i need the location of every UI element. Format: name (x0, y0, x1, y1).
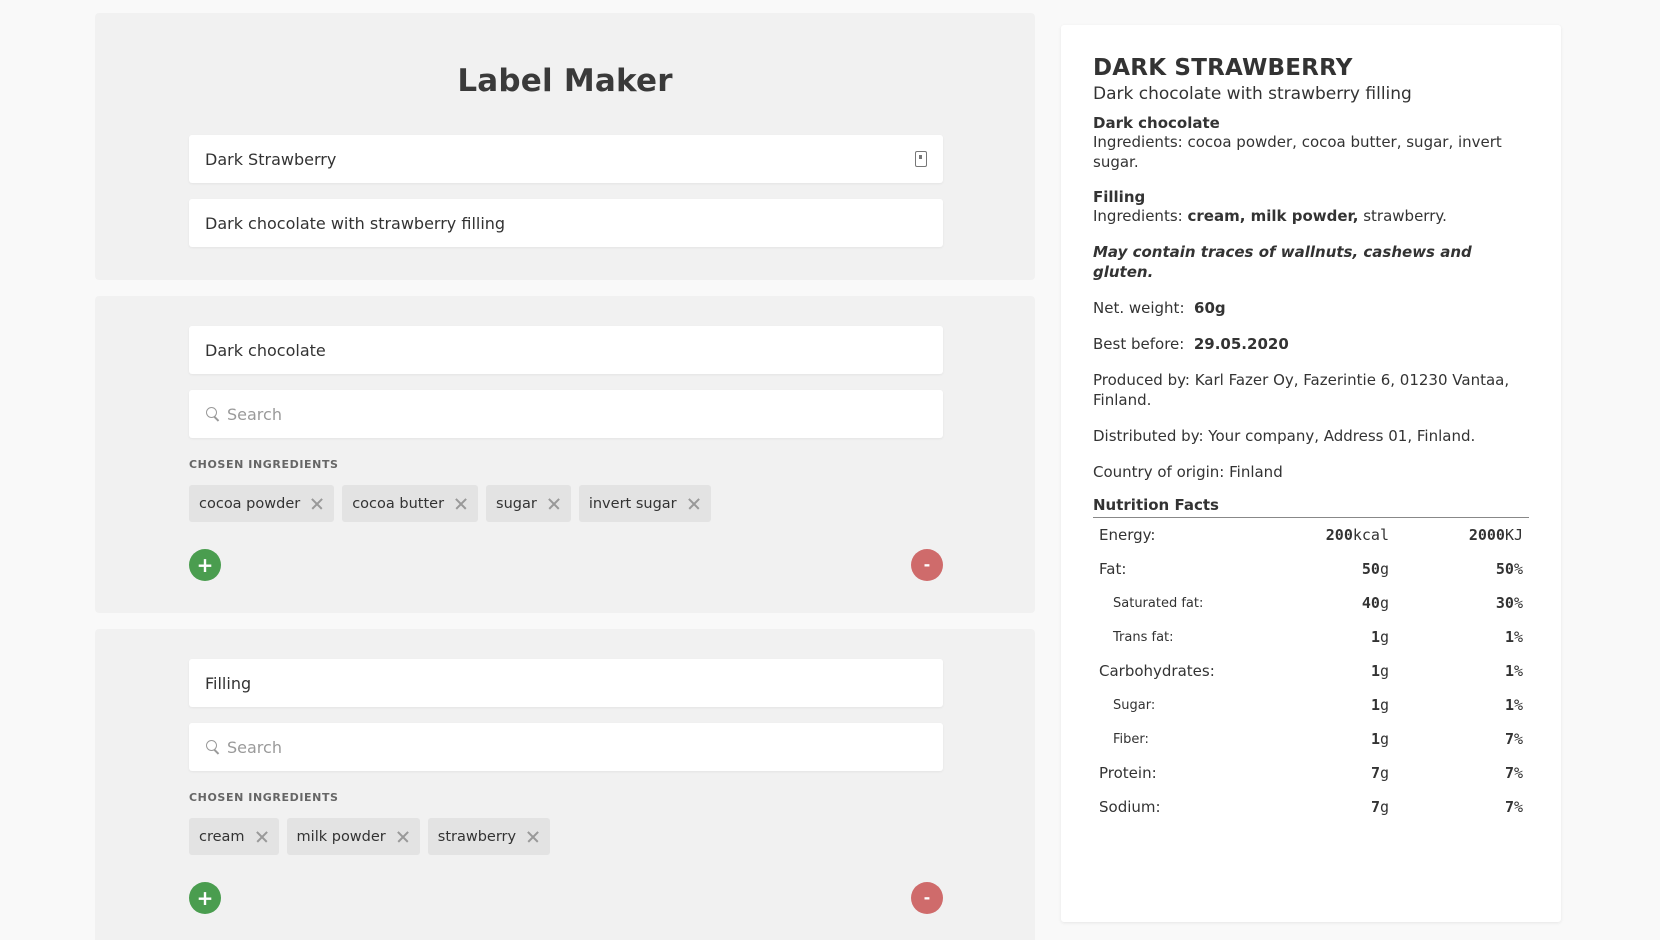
product-name-field[interactable]: Dark Strawberry (189, 135, 943, 183)
nutrition-table: Energy: 200kcal 2000KJ Fat: 50g 50% Saturate… (1093, 518, 1529, 824)
nutrition-row: Sodium: 7g 7% (1099, 798, 1523, 816)
label-section-name: Dark chocolate (1093, 114, 1220, 132)
nutrition-row: Fat: 50g 50% (1099, 560, 1523, 578)
label-produced-by: Produced by: Karl Fazer Oy, Fazerintie 6… (1093, 371, 1510, 409)
remove-chip-icon[interactable] (310, 497, 324, 511)
ingredient-section-1: Dark chocolate Search CHOSEN INGREDIENTS… (95, 296, 1035, 613)
search-placeholder: Search (227, 737, 282, 757)
chosen-ingredients-label: CHOSEN INGREDIENTS (189, 791, 339, 804)
add-section-button[interactable]: + (189, 549, 221, 581)
label-section-name: Filling (1093, 188, 1146, 206)
nutrition-row: Energy: 200kcal 2000KJ (1099, 526, 1523, 544)
product-name-value: Dark Strawberry (205, 149, 337, 169)
label-allergens: May contain traces of wallnuts, cashews … (1093, 243, 1472, 281)
ingredient-chip: strawberry (427, 818, 551, 855)
label-distributed-by: Distributed by: Your company, Address 01… (1093, 427, 1476, 445)
chosen-ingredients-list: cocoa powder cocoa butter sugar invert s… (189, 485, 943, 522)
editor-column: Label Maker Dark Strawberry Dark chocola… (95, 13, 1035, 940)
label-subtitle: Dark chocolate with strawberry filling (1093, 84, 1412, 104)
add-section-button[interactable]: + (189, 882, 221, 914)
search-input[interactable]: Search (189, 723, 943, 771)
ingredient-chip: cocoa powder (189, 485, 335, 522)
ingredient-chip: invert sugar (578, 485, 711, 522)
remove-chip-icon[interactable] (687, 497, 701, 511)
product-description-field[interactable]: Dark chocolate with strawberry filling (189, 199, 943, 247)
label-ingredients: Ingredients: cream, milk powder, strawbe… (1093, 207, 1447, 225)
header-panel: Label Maker Dark Strawberry Dark chocola… (95, 13, 1035, 280)
ingredient-section-2: Filling Search CHOSEN INGREDIENTS cream … (95, 629, 1035, 940)
product-description-value: Dark chocolate with strawberry filling (205, 213, 506, 233)
remove-chip-icon[interactable] (255, 830, 269, 844)
nutrition-row: Protein: 7g 7% (1099, 764, 1523, 782)
remove-chip-icon[interactable] (547, 497, 561, 511)
search-placeholder: Search (227, 404, 282, 424)
label-country-of-origin: Country of origin: Finland (1093, 463, 1283, 481)
label-title: DARK STRAWBERRY (1093, 55, 1353, 81)
nutrition-row: Fiber: 1g 7% (1113, 730, 1523, 748)
section-name-field[interactable]: Filling (189, 659, 943, 707)
label-preview: DARK STRAWBERRY Dark chocolate with stra… (1061, 25, 1561, 922)
label-net-weight: Net. weight: 60g (1093, 299, 1226, 317)
search-input[interactable]: Search (189, 390, 943, 438)
nutrition-row: Saturated fat: 40g 30% (1113, 594, 1523, 612)
page-title: Label Maker (457, 63, 673, 99)
chosen-ingredients-list: cream milk powder strawberry (189, 818, 943, 855)
label-best-before: Best before: 29.05.2020 (1093, 335, 1289, 353)
nutrition-row: Trans fat: 1g 1% (1113, 628, 1523, 646)
search-icon (205, 739, 221, 755)
ingredient-chip: cream (189, 818, 279, 855)
section-name-value: Filling (205, 673, 252, 693)
contact-card-icon (915, 151, 927, 167)
ingredient-chip: sugar (486, 485, 571, 522)
remove-chip-icon[interactable] (396, 830, 410, 844)
chosen-ingredients-label: CHOSEN INGREDIENTS (189, 458, 339, 471)
label-ingredients: Ingredients: cocoa powder, cocoa butter,… (1093, 133, 1502, 171)
ingredient-chip: milk powder (286, 818, 420, 855)
remove-chip-icon[interactable] (526, 830, 540, 844)
nutrition-row: Carbohydrates: 1g 1% (1099, 662, 1523, 680)
section-name-field[interactable]: Dark chocolate (189, 326, 943, 374)
search-icon (205, 406, 221, 422)
remove-chip-icon[interactable] (454, 497, 468, 511)
nutrition-facts-heading: Nutrition Facts (1093, 496, 1529, 518)
remove-section-button[interactable]: - (911, 549, 943, 581)
nutrition-row: Sugar: 1g 1% (1113, 696, 1523, 714)
remove-section-button[interactable]: - (911, 882, 943, 914)
section-name-value: Dark chocolate (205, 340, 326, 360)
ingredient-chip: cocoa butter (342, 485, 479, 522)
